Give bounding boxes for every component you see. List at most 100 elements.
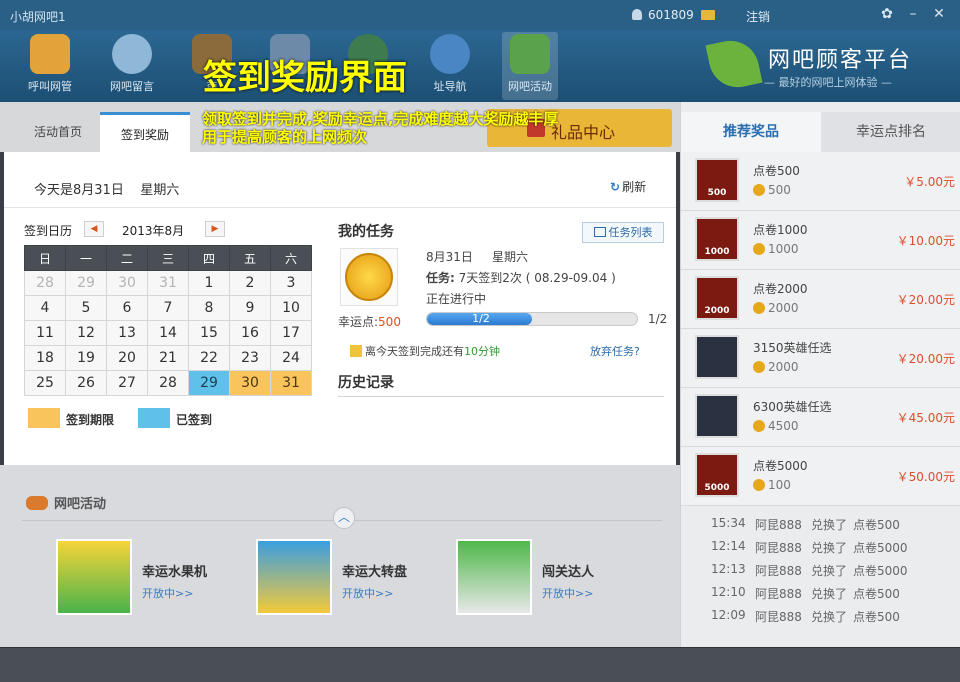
next-month-button[interactable]: ▶ (205, 221, 225, 237)
list-icon (593, 227, 606, 237)
activity-status-link[interactable]: 开放中>> (542, 585, 593, 601)
calendar-day[interactable]: 25 (24, 370, 66, 396)
tab-lucky-ranking[interactable]: 幸运点排名 (821, 112, 960, 152)
calendar-day[interactable]: 28 (147, 370, 189, 396)
activity-status-link[interactable]: 开放中>> (142, 585, 193, 601)
task-description: 任务: 7天签到2次 ( 08.29-09.04 ) (426, 269, 616, 286)
calendar-day[interactable]: 26 (65, 370, 107, 396)
tab-recommended-prizes[interactable]: 推荐奖品 (681, 112, 821, 152)
exchange-log-row: 12:09 阿昆888 兑换了 点卷500 (681, 604, 960, 627)
calendar-day[interactable]: 22 (188, 345, 230, 371)
collapse-button[interactable]: ︿ (333, 507, 355, 529)
prize-price: ￥10.00元 (896, 234, 955, 248)
prize-item[interactable]: 1000 点卷1000 1000 ￥10.00元 (681, 211, 960, 270)
prize-name: 3150英雄任选 (753, 341, 832, 355)
calendar-day[interactable]: 29 (188, 370, 230, 396)
log-action: 兑换了 (811, 541, 848, 555)
calendar-week: 18 19 20 21 22 23 24 (24, 345, 312, 371)
weekday-header: 日 (24, 245, 66, 271)
prev-month-button[interactable]: ◀ (84, 221, 104, 237)
calendar-day[interactable]: 6 (106, 295, 148, 321)
calendar-day[interactable]: 14 (147, 320, 189, 346)
prize-thumbnail: 500 (695, 158, 739, 202)
calendar-day[interactable]: 30 (229, 370, 271, 396)
calendar-day[interactable]: 9 (229, 295, 271, 321)
calendar-day[interactable]: 18 (24, 345, 66, 371)
lucky-points: 幸运点:500 (338, 313, 401, 330)
calendar-day[interactable]: 19 (65, 345, 107, 371)
calendar-day[interactable]: 15 (188, 320, 230, 346)
activity-item[interactable]: 闯关达人 开放中>> (456, 539, 656, 619)
prize-item[interactable]: 6300英雄任选 4500 ￥45.00元 (681, 388, 960, 447)
activity-item[interactable]: 幸运大转盘 开放中>> (256, 539, 456, 619)
calendar-day[interactable]: 7 (147, 295, 189, 321)
prize-item[interactable]: 3150英雄任选 2000 ￥20.00元 (681, 329, 960, 388)
app-title: 小胡网吧1 (10, 10, 66, 24)
log-user: 阿昆888 (755, 564, 802, 578)
close-button[interactable]: ✕ (930, 5, 948, 23)
prize-points-value: 100 (768, 478, 791, 492)
brand-logo: 网吧顾客平台 — 最好的网吧上网体验 — (705, 35, 956, 98)
calendar-day[interactable]: 29 (65, 270, 107, 296)
calendar-day[interactable]: 23 (229, 345, 271, 371)
task-weekday: 星期六 (491, 250, 528, 264)
prize-thumbnail (695, 335, 739, 379)
prize-name: 点卷1000 (753, 223, 808, 237)
calendar-day[interactable]: 11 (24, 320, 66, 346)
exchange-log-row: 12:14 阿昆888 兑换了 点卷5000 (681, 535, 960, 558)
prize-points: 2000 (753, 301, 799, 315)
calendar-day[interactable]: 31 (147, 270, 189, 296)
calendar-day[interactable]: 4 (24, 295, 66, 321)
give-up-task-link[interactable]: 放弃任务? (590, 343, 640, 359)
calendar-day[interactable]: 31 (270, 370, 312, 396)
prize-item[interactable]: 5000 点卷5000 100 ￥50.00元 (681, 447, 960, 506)
log-user: 阿昆888 (755, 518, 802, 532)
calendar-day[interactable]: 8 (188, 295, 230, 321)
mail-icon[interactable] (701, 10, 715, 20)
calendar-day[interactable]: 30 (106, 270, 148, 296)
calendar-day[interactable]: 5 (65, 295, 107, 321)
prize-thumbnail: 5000 (695, 453, 739, 497)
prize-item[interactable]: 500 点卷500 500 ￥5.00元 (681, 152, 960, 211)
prize-points-value: 2000 (768, 360, 799, 374)
weekday-header: 一 (65, 245, 107, 271)
calendar-day[interactable]: 12 (65, 320, 107, 346)
task-date: 8月31日 星期六 (426, 248, 528, 265)
calendar-day[interactable]: 3 (270, 270, 312, 296)
calendar-day[interactable]: 20 (106, 345, 148, 371)
calendar-day[interactable]: 27 (106, 370, 148, 396)
user-id: 601809 (648, 8, 694, 22)
prize-panel: 推荐奖品 幸运点排名 500 点卷500 500 ￥5.00元 1000 点卷1000 10… (680, 102, 960, 647)
calendar-day[interactable]: 2 (229, 270, 271, 296)
calendar-day[interactable]: 1 (188, 270, 230, 296)
activity-status-link[interactable]: 开放中>> (342, 585, 393, 601)
nav-message[interactable]: 网吧留言 (104, 32, 160, 100)
tab-activity-home[interactable]: 活动首页 (22, 112, 94, 154)
exchange-log-row: 12:13 阿昆888 兑换了 点卷5000 (681, 558, 960, 581)
coin-icon (345, 253, 393, 301)
calendar-day[interactable]: 13 (106, 320, 148, 346)
calendar-day[interactable]: 17 (270, 320, 312, 346)
nav-url-guide[interactable]: 址导航 (422, 32, 478, 100)
prize-item[interactable]: 2000 点卷2000 2000 ￥20.00元 (681, 270, 960, 329)
skin-icon[interactable]: ✿ (878, 5, 896, 23)
nav-call-admin[interactable]: 呼叫网管 (22, 32, 78, 100)
task-status: 正在进行中 (426, 292, 487, 306)
task-list-button[interactable]: 任务列表 (582, 222, 664, 243)
logout-link[interactable]: 注销 (746, 8, 770, 25)
calendar-day[interactable]: 16 (229, 320, 271, 346)
minimize-button[interactable]: – (904, 5, 922, 23)
calendar-day[interactable]: 21 (147, 345, 189, 371)
calendar-day[interactable]: 24 (270, 345, 312, 371)
log-time: 12:10 (711, 585, 746, 599)
refresh-button[interactable]: ↻ 刷新 (610, 178, 646, 195)
prize-tabs: 推荐奖品 幸运点排名 (681, 112, 960, 152)
call-admin-icon (30, 34, 70, 74)
nav-activities[interactable]: 网吧活动 (502, 32, 558, 100)
calendar-day[interactable]: 28 (24, 270, 66, 296)
history-title: 历史记录 (338, 375, 394, 391)
calendar-day[interactable]: 10 (270, 295, 312, 321)
tab-signin-reward[interactable]: 签到奖励 (100, 112, 190, 154)
activity-item[interactable]: 幸运水果机 开放中>> (56, 539, 256, 619)
log-time: 12:09 (711, 608, 746, 622)
